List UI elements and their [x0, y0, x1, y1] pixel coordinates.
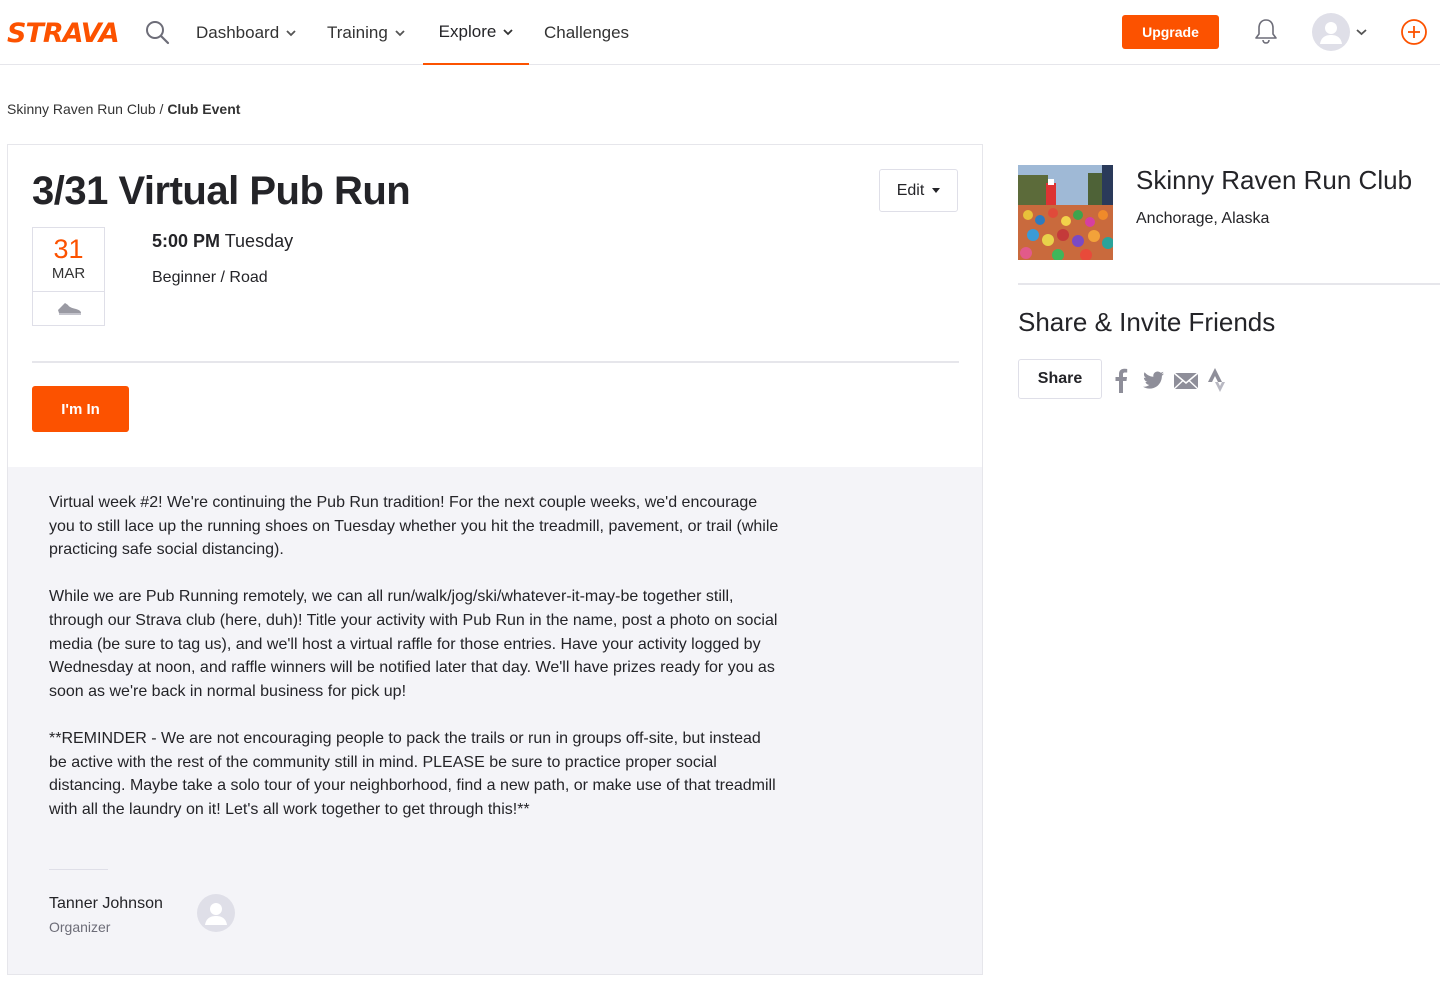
user-icon [205, 903, 227, 925]
event-description: Virtual week #2! We're continuing the Pu… [49, 491, 779, 845]
breadcrumb-current: Club Event [167, 101, 241, 117]
description-paragraph: While we are Pub Running remotely, we ca… [49, 588, 778, 700]
chevron-down-icon [286, 29, 296, 36]
share-heading: Share & Invite Friends [1018, 307, 1276, 337]
top-nav: STRAVA Dashboard Training Explore Challe… [0, 0, 1440, 65]
chevron-down-icon[interactable] [1356, 27, 1367, 37]
share-button[interactable]: Share [1018, 359, 1102, 399]
breadcrumb: Skinny Raven Run Club / Club Event [7, 101, 240, 117]
caret-down-icon [932, 188, 941, 193]
event-date-month: MAR [51, 265, 86, 282]
breadcrumb-club-link[interactable]: Skinny Raven Run Club [7, 101, 156, 117]
nav-training-label: Training [327, 22, 388, 42]
edit-button-label: Edit [896, 181, 925, 199]
strava-icon[interactable] [1207, 367, 1227, 393]
upgrade-button[interactable]: Upgrade [1122, 15, 1219, 49]
email-icon[interactable] [1173, 367, 1199, 393]
event-date-day: 31 [53, 234, 84, 264]
chevron-down-icon [503, 28, 513, 35]
event-time: 5:00 PM Tuesday [152, 231, 293, 252]
chevron-down-icon [395, 29, 405, 36]
club-location: Anchorage, Alaska [1136, 210, 1270, 227]
event-description-panel: Virtual week #2! We're continuing the Pu… [8, 467, 982, 974]
event-type: Beginner / Road [152, 269, 268, 286]
im-in-button[interactable]: I'm In [32, 386, 129, 432]
add-activity-icon[interactable] [1400, 18, 1428, 46]
user-avatar[interactable] [1312, 13, 1350, 51]
twitter-icon[interactable] [1142, 367, 1165, 393]
edit-button[interactable]: Edit [879, 169, 958, 212]
club-photo[interactable] [1018, 165, 1113, 260]
event-weekday: Tuesday [224, 231, 294, 251]
event-time-value: 5:00 PM [152, 231, 221, 251]
search-icon[interactable] [144, 19, 170, 45]
breadcrumb-separator: / [155, 101, 168, 117]
nav-dashboard[interactable]: Dashboard [196, 0, 296, 65]
date-badge-divider [33, 291, 104, 292]
event-date-badge: 31 MAR [32, 227, 105, 326]
description-paragraph: Virtual week #2! We're continuing the Pu… [49, 494, 779, 559]
club-name[interactable]: Skinny Raven Run Club [1136, 165, 1412, 196]
nav-dashboard-label: Dashboard [196, 22, 280, 42]
nav-explore-label: Explore [438, 21, 497, 41]
event-title: 3/31 Virtual Pub Run [32, 169, 411, 213]
nav-challenges[interactable]: Challenges [544, 0, 629, 65]
divider [32, 361, 959, 363]
event-card: 3/31 Virtual Pub Run Edit 31 MAR 5:00 PM… [7, 144, 983, 975]
strava-logo[interactable]: STRAVA [7, 18, 120, 49]
nav-training[interactable]: Training [327, 0, 405, 65]
user-icon [1320, 22, 1342, 44]
organizer-avatar[interactable] [197, 894, 235, 932]
organizer-role: Organizer [49, 919, 111, 935]
divider [1018, 283, 1440, 285]
run-shoe-icon [58, 303, 81, 315]
facebook-icon[interactable] [1113, 367, 1129, 393]
bell-icon[interactable] [1253, 17, 1279, 45]
club-crowd-photo [1018, 165, 1113, 260]
nav-explore[interactable]: Explore [423, 0, 529, 65]
organizer-name[interactable]: Tanner Johnson [49, 895, 163, 913]
divider [49, 869, 108, 870]
nav-challenges-label: Challenges [544, 22, 630, 42]
description-paragraph: **REMINDER - We are not encouraging peop… [49, 729, 776, 818]
